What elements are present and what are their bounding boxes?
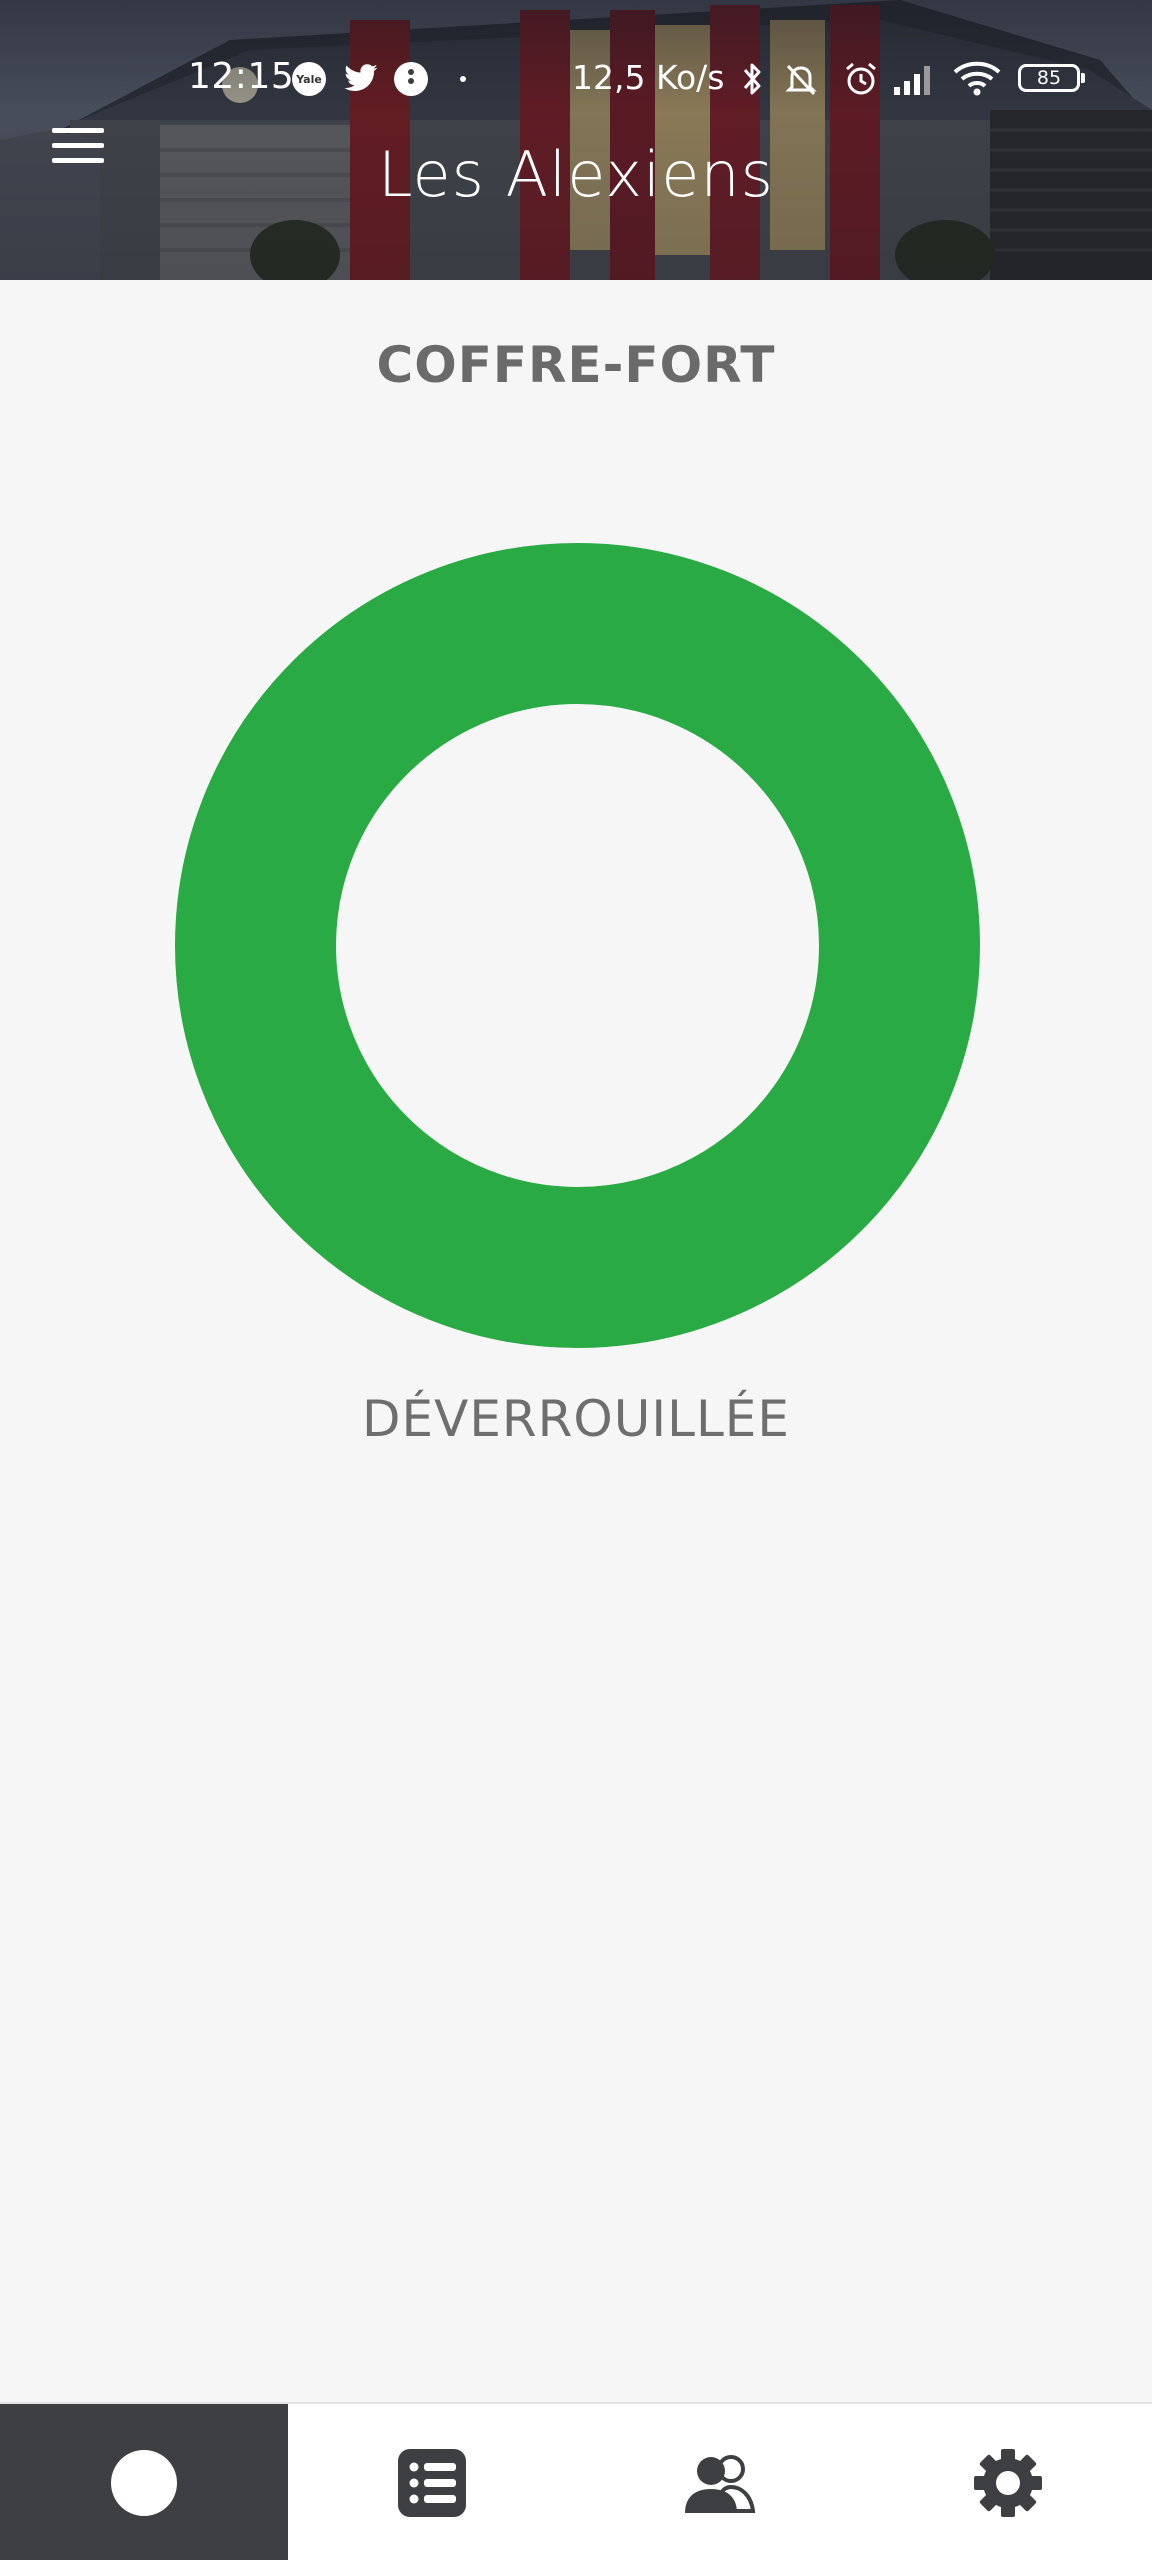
bell-muted-icon	[782, 60, 820, 98]
activity-list-icon	[398, 2449, 466, 2517]
guests-icon	[685, 2455, 756, 2513]
alarm-icon	[842, 60, 880, 98]
status-time: 12:15	[188, 56, 295, 97]
wifi-icon	[952, 60, 1002, 98]
bluetooth-icon	[734, 60, 772, 98]
battery-icon: 85	[1018, 64, 1085, 92]
twitter-icon	[342, 60, 380, 98]
network-speed: 12,5 Ko/s	[572, 58, 725, 97]
nav-settings-button[interactable]	[864, 2404, 1152, 2560]
nav-lock-button[interactable]	[0, 2404, 288, 2560]
lock-status-ring[interactable]	[175, 543, 980, 1348]
lock-circle-icon	[111, 2450, 177, 2516]
lock-status-label: DÉVERROUILLÉE	[362, 1390, 790, 1448]
nav-guests-button[interactable]	[576, 2404, 864, 2560]
bottom-nav	[0, 2402, 1152, 2560]
header: 12:15 Yale 12,5 Ko/s 85 Les Alexiens	[0, 0, 1152, 280]
nav-activity-button[interactable]	[288, 2404, 576, 2560]
settings-gear-icon	[974, 2449, 1042, 2517]
page-title: Les Alexiens	[378, 138, 774, 211]
svg-text:Yale: Yale	[295, 73, 322, 86]
dot-icon	[444, 60, 482, 98]
lock-ring-circle[interactable]	[175, 543, 980, 1348]
status-bar: 12:15 Yale 12,5 Ko/s 85	[0, 50, 1152, 110]
lock-name: COFFRE-FORT	[376, 336, 776, 394]
info-icon	[392, 60, 430, 98]
app-root: 12:15 Yale 12,5 Ko/s 85 Les Alexiens COF…	[0, 0, 1152, 2560]
yale-app-icon: Yale	[290, 60, 328, 98]
signal-icon	[892, 60, 936, 98]
